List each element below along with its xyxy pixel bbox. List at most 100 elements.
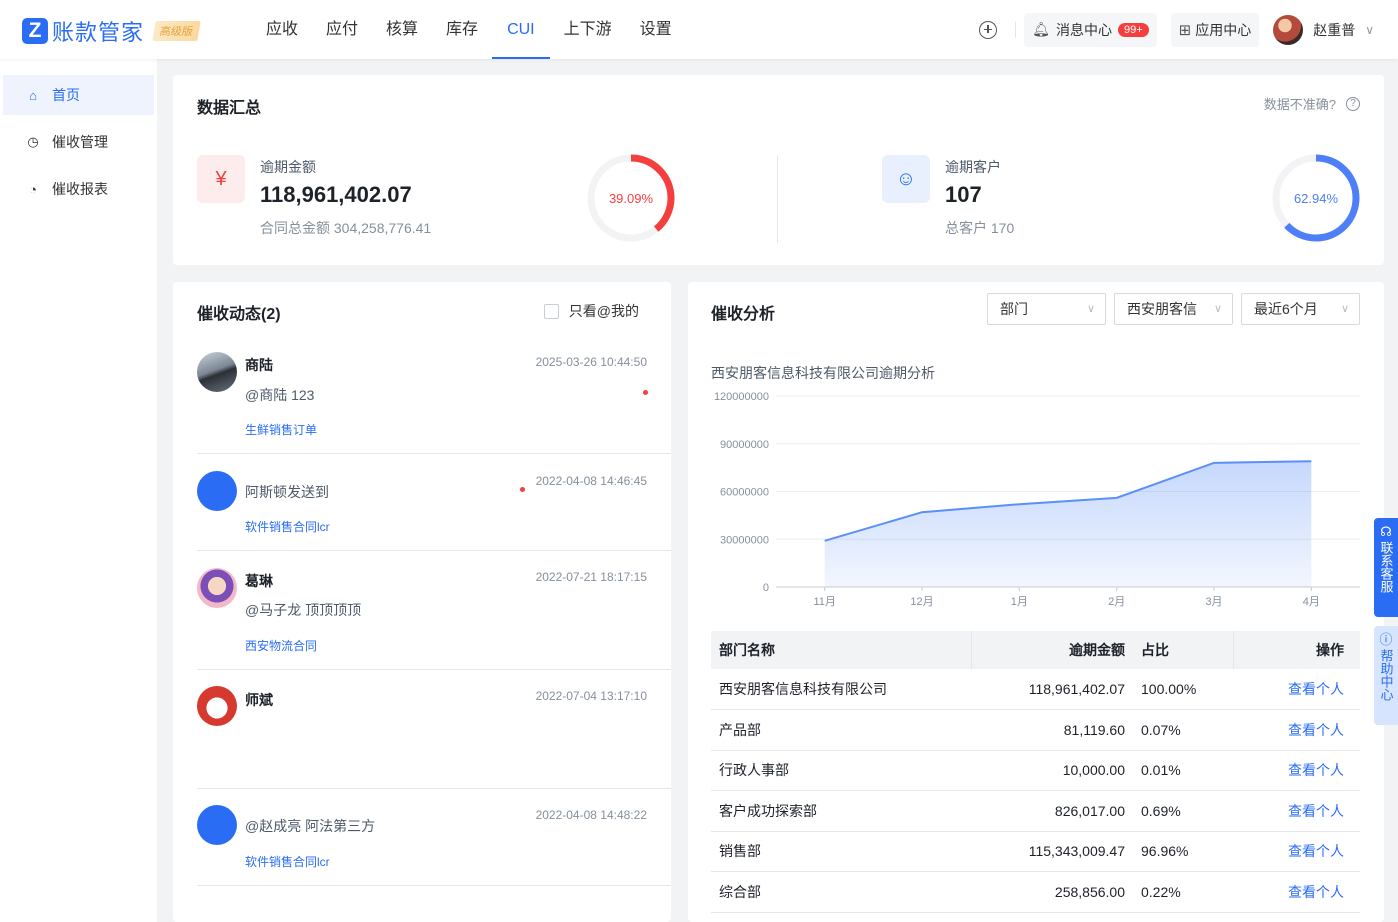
edition-badge: 高级版 xyxy=(152,21,201,41)
cell-ratio: 0.01% xyxy=(1133,750,1233,791)
grid-icon: ⊞ xyxy=(1178,21,1192,39)
period-select[interactable]: 最近6个月 ∨ xyxy=(1241,293,1360,325)
view-person-link[interactable]: 查看个人 xyxy=(1288,884,1344,900)
overdue-amount-percent: 39.09% xyxy=(609,191,654,206)
cell-amount: 258,856.00 xyxy=(971,871,1133,913)
cell-amount: 81,119.60 xyxy=(971,709,1133,751)
only-mine-checkbox[interactable] xyxy=(543,303,559,319)
department-select-value: 部门 xyxy=(1000,301,1028,317)
feed-divider xyxy=(197,550,671,551)
message-count-badge: 99+ xyxy=(1117,22,1149,37)
col-header-action: 操作 xyxy=(1233,631,1360,669)
table-row: 客户成功探索部 826,017.00 0.69% 查看个人 xyxy=(711,790,1360,832)
sidebar-item-label: 催收报表 xyxy=(52,181,108,197)
overdue-customers-value: 107 xyxy=(945,182,982,207)
feed-item-link[interactable]: 生鲜销售订单 xyxy=(245,421,317,438)
view-person-link[interactable]: 查看个人 xyxy=(1288,803,1344,819)
message-center-label: 消息中心 xyxy=(1055,21,1112,38)
table-header-row: 部门名称 逾期金额 占比 操作 xyxy=(711,631,1360,669)
feed-item-link[interactable]: 西安物流合同 xyxy=(245,637,317,654)
feed-item-text: 阿斯顿发送到 xyxy=(245,484,329,500)
cell-amount: 826,017.00 xyxy=(971,790,1133,832)
cell-department: 行政人事部 xyxy=(711,750,971,791)
sidebar-item-collection-management[interactable]: ◷ 催收管理 xyxy=(3,122,154,162)
add-circle-icon[interactable] xyxy=(979,20,998,39)
table-row: 西安朋客信息科技有限公司 118,961,402.07 100.00% 查看个人 xyxy=(711,669,1360,710)
help-question-icon: ? xyxy=(1346,96,1360,111)
analysis-title: 催收分析 xyxy=(711,306,776,323)
unread-dot xyxy=(643,390,648,395)
nav-item-upstream-downstream[interactable]: 上下游 xyxy=(550,0,626,59)
app-center-button[interactable]: ⊞ 应用中心 xyxy=(1170,12,1260,47)
sidebar-item-label: 催收管理 xyxy=(52,134,108,150)
chevron-down-icon[interactable]: ∨ xyxy=(1365,23,1374,37)
chevron-down-icon: ∨ xyxy=(1213,303,1222,315)
help-center-label: 帮助中心 xyxy=(1378,649,1394,701)
feed-divider xyxy=(197,669,671,670)
table-row: 综合部 258,856.00 0.22% 查看个人 xyxy=(711,871,1360,913)
user-name[interactable]: 赵重普 xyxy=(1313,20,1355,40)
main-nav: 应收 应付 核算 库存 CUI 上下游 设置 xyxy=(252,0,686,59)
nav-item-accounting[interactable]: 核算 xyxy=(372,0,432,59)
sidebar-item-home[interactable]: ⌂ 首页 xyxy=(3,75,154,115)
cell-ratio: 0.69% xyxy=(1133,790,1233,832)
overdue-customers-ring: 62.94% xyxy=(1271,153,1361,243)
message-center-button[interactable]: 🔔︎ 消息中心 99+ xyxy=(1024,12,1157,47)
feed-item-time: 2022-07-21 18:17:15 xyxy=(535,570,647,584)
feed-item-link[interactable]: 软件销售合同lcr xyxy=(245,518,330,535)
view-person-link[interactable]: 查看个人 xyxy=(1288,762,1344,778)
bell-icon: 🔔︎ xyxy=(1032,21,1050,37)
only-mine-toggle[interactable]: 只看@我的 xyxy=(543,301,639,321)
feed-item-name: 葛琳 xyxy=(245,573,273,589)
divider xyxy=(1015,21,1017,38)
department-select[interactable]: 部门 ∨ xyxy=(987,293,1106,325)
sidebar-item-label: 首页 xyxy=(52,87,80,103)
app-center-label: 应用中心 xyxy=(1195,21,1252,38)
x-tick-label: 12月 xyxy=(910,596,933,608)
view-person-link[interactable]: 查看个人 xyxy=(1288,843,1344,859)
logo-mark: Z xyxy=(22,18,48,44)
col-header-ratio: 占比 xyxy=(1133,631,1234,669)
nav-item-inventory[interactable]: 库存 xyxy=(432,0,492,59)
avatar xyxy=(197,686,237,726)
feed-item-text: @赵成亮 阿法第三方 xyxy=(245,818,376,834)
total-customers: 总客户 170 xyxy=(945,220,1015,236)
user-avatar[interactable] xyxy=(1273,14,1304,45)
nav-item-cui[interactable]: CUI xyxy=(492,0,550,59)
feed-item-name: 商陆 xyxy=(245,357,273,373)
x-tick-label: 2月 xyxy=(1108,596,1125,608)
collection-analysis-card: 催收分析 部门 ∨ 西安朋客信 ∨ 最近6个月 ∨ 西安朋客信息科技有限公司逾期… xyxy=(688,282,1384,922)
cell-department: 综合部 xyxy=(711,871,971,913)
chevron-down-icon: ∨ xyxy=(1086,303,1095,315)
x-tick-label: 4月 xyxy=(1303,596,1320,608)
contact-service-tab[interactable]: ☊ 联系客服 xyxy=(1374,518,1398,617)
money-document-icon: ¥ xyxy=(197,155,245,203)
top-bar: Z 账款管家 高级版 应收 应付 核算 库存 CUI 上下游 设置 🔔︎ 消息中… xyxy=(0,0,1398,59)
y-tick-label: 90000000 xyxy=(720,439,769,451)
nav-item-payable[interactable]: 应付 xyxy=(312,0,372,59)
view-person-link[interactable]: 查看个人 xyxy=(1288,722,1344,738)
summary-divider xyxy=(777,155,778,243)
help-center-tab[interactable]: ⓘ 帮助中心 xyxy=(1374,626,1398,725)
contract-total-amount: 合同总金额 304,258,776.41 xyxy=(260,220,432,236)
col-header-department: 部门名称 xyxy=(711,631,972,669)
view-person-link[interactable]: 查看个人 xyxy=(1288,681,1344,697)
cell-amount: 115,343,009.47 xyxy=(971,831,1133,872)
company-select[interactable]: 西安朋客信 ∨ xyxy=(1114,293,1233,325)
nav-item-receivable[interactable]: 应收 xyxy=(252,0,312,59)
overdue-amount-ring: 39.09% xyxy=(586,153,676,243)
sidebar-item-collection-report[interactable]: ◔ 催收报表 xyxy=(3,169,154,209)
help-question-icon: ⓘ xyxy=(1379,632,1393,647)
table-row: 行政人事部 10,000.00 0.01% 查看个人 xyxy=(711,750,1360,791)
avatar xyxy=(197,352,237,392)
cell-ratio: 100.00% xyxy=(1133,669,1233,710)
clock-icon: ◷ xyxy=(27,134,39,149)
data-inaccurate-link[interactable]: 数据不准确? ? xyxy=(1264,94,1360,113)
nav-item-settings[interactable]: 设置 xyxy=(626,0,686,59)
feed-item-link[interactable]: 软件销售合同lcr xyxy=(245,853,330,870)
app-logo[interactable]: Z 账款管家 高级版 xyxy=(22,15,201,47)
chart-heading: 西安朋客信息科技有限公司逾期分析 xyxy=(711,365,935,381)
department-table: 部门名称 逾期金额 占比 操作 西安朋客信息科技有限公司 118,961,402… xyxy=(711,631,1360,913)
only-mine-label: 只看@我的 xyxy=(568,303,639,319)
cell-ratio: 96.96% xyxy=(1133,831,1233,872)
